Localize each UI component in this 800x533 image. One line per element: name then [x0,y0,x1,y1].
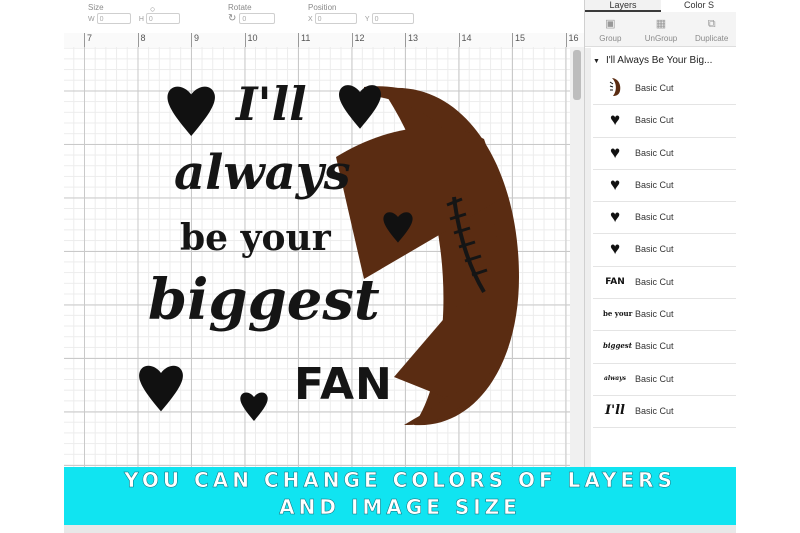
heart-shape[interactable] [240,392,268,422]
layer-thumb-biggest: biggest [603,341,632,351]
layer-name: Basic Cut [635,276,674,287]
panel-tabs: Layers Color S [585,0,736,12]
banner-line-2: AND IMAGE SIZE [279,495,521,520]
ruler-tick: 7 [84,33,92,47]
football-icon [603,77,627,99]
layer-thumb-fan: FAN [605,276,625,287]
heart-icon: ♥ [609,110,621,130]
word-biggest[interactable]: biggest [148,267,380,333]
lock-icon[interactable]: ○ [150,4,155,14]
layer-name: Basic Cut [635,405,674,416]
heart-icon: ♥ [609,142,621,162]
x-input[interactable]: 0 [314,13,357,24]
word-fan[interactable]: FAN [294,359,393,410]
design-space: Size W0 ○ H0 Rotate ↻ 0 Position X0 Y0 7 … [64,0,736,533]
layer-row[interactable]: ♥ Basic Cut [593,138,736,170]
heart-shape[interactable] [139,365,183,412]
canvas-scroll-thumb[interactable] [573,50,581,100]
edit-toolbar: Size W0 ○ H0 Rotate ↻ 0 Position X0 Y0 [64,0,584,34]
tab-layers[interactable]: Layers [585,0,661,12]
banner-line-1: YOU CAN CHANGE COLORS OF LAYERS [124,468,676,493]
size-group: Size W0 ○ H0 [88,3,186,24]
size-label: Size [88,3,104,12]
ruler-tick: 15 [512,33,525,47]
layer-row[interactable]: ♥ Basic Cut [593,170,736,203]
layers-panel: Layers Color S ▣ Group ▦ UnGroup ⧉ Duplicat… [584,0,736,468]
layer-thumb-be-your: be your [603,309,633,319]
ungroup-label: UnGroup [644,34,678,43]
promo-banner: YOU CAN CHANGE COLORS OF LAYERS AND IMAG… [64,467,736,525]
layer-row[interactable]: biggest Basic Cut [593,331,736,364]
layer-row[interactable]: ♥ Basic Cut [593,234,736,267]
y-input[interactable]: 0 [371,13,414,24]
ruler-tick: 10 [244,33,258,47]
layer-row[interactable]: I'll Basic Cut [593,396,736,429]
rotate-label: Rotate [228,3,252,12]
layer-name: Basic Cut [635,373,674,384]
horizontal-ruler: 7 8 9 10 11 12 13 14 15 16 [64,33,584,48]
layer-row[interactable]: always Basic Cut [593,364,736,396]
rotate-input[interactable]: 0 [239,13,276,25]
layer-name: Basic Cut [635,341,674,352]
bottom-bar [64,525,736,533]
layer-row[interactable]: FAN Basic Cut [593,267,736,300]
layer-thumb-ill: I'll [605,402,625,418]
rotate-group: Rotate ↻ 0 [228,3,281,25]
ruler-tick: 9 [191,33,199,47]
layer-row[interactable]: ♥ Basic Cut [593,105,736,138]
tab-color-sync[interactable]: Color S [661,0,736,12]
position-group: Position X0 Y0 [308,3,420,24]
layer-row[interactable]: ♥ Basic Cut [593,202,736,235]
ungroup-icon: ▦ [655,18,667,30]
group-button[interactable]: ▣ Group [585,12,636,46]
heart-icon: ♥ [609,174,621,194]
width-label: W [88,15,95,23]
height-label: H [138,15,144,23]
word-ill[interactable]: I'll [236,77,307,131]
x-label: X [308,15,313,23]
group-label: Group [599,34,622,43]
canvas-scrollbar[interactable] [570,47,584,467]
width-input[interactable]: 0 [96,13,131,24]
word-always[interactable]: always [174,145,351,201]
ruler-tick: 11 [298,33,310,47]
layer-group-row[interactable]: ▼ I'll Always Be Your Big... [593,51,736,71]
layer-tools: ▣ Group ▦ UnGroup ⧉ Duplicate [585,12,736,47]
layer-name: Basic Cut [635,179,674,190]
layer-thumb-always: always [603,374,627,382]
ruler-tick: 12 [351,33,365,47]
heart-icon: ♥ [609,207,621,227]
layer-list: Basic Cut ♥ Basic Cut ♥ Basic Cut ♥ Basi… [593,73,736,429]
ruler-tick: 14 [458,33,472,47]
layer-name: Basic Cut [635,115,674,126]
ungroup-button[interactable]: ▦ UnGroup [636,12,687,46]
ruler-tick: 8 [137,33,146,47]
heart-shape[interactable] [167,86,215,136]
rotate-icon: ↻ [228,13,237,24]
caret-down-icon[interactable]: ▼ [593,58,600,65]
panel-scrollbar[interactable] [585,48,591,468]
position-label: Position [308,3,337,12]
ruler-tick: 16 [565,33,579,47]
duplicate-label: Duplicate [695,34,729,43]
layer-name: Basic Cut [635,212,674,223]
y-label: Y [364,15,370,23]
ruler-tick: 13 [405,33,418,47]
layer-row[interactable]: Basic Cut [593,73,736,106]
duplicate-icon: ⧉ [707,18,716,30]
group-icon: ▣ [605,18,616,30]
layer-name: Basic Cut [635,309,674,320]
layer-name: Basic Cut [635,83,674,93]
duplicate-button[interactable]: ⧉ Duplicate [686,12,736,46]
layer-name: Basic Cut [635,244,674,255]
layer-name: Basic Cut [635,147,674,158]
height-input[interactable]: 0 [145,13,180,24]
heart-icon: ♥ [609,239,621,259]
canvas-grid[interactable]: I'll always be your biggest FAN [64,47,584,467]
heart-shape[interactable] [339,85,381,129]
group-name: I'll Always Be Your Big... [605,55,713,66]
layer-row[interactable]: be your Basic Cut [593,299,736,332]
word-be-your[interactable]: be your [180,217,331,259]
